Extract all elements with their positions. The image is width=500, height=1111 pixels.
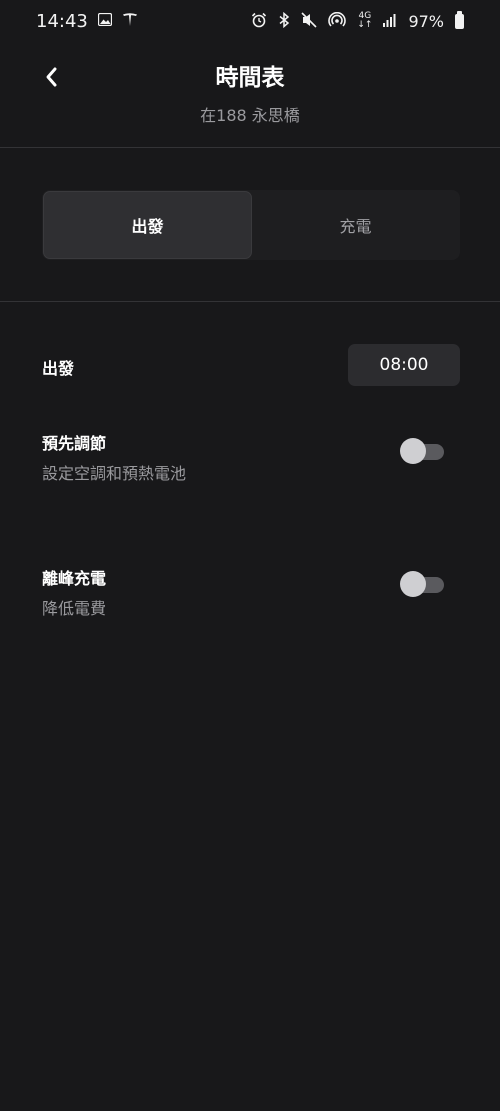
preconditioning-description: 設定空調和預熱電池 xyxy=(42,464,187,483)
tesla-logo-icon xyxy=(122,12,138,31)
status-time: 14:43 xyxy=(36,10,88,32)
tab-charging[interactable]: 充電 xyxy=(252,191,459,259)
gallery-icon xyxy=(97,12,113,29)
battery-icon xyxy=(455,10,464,29)
page-title: 時間表 xyxy=(215,65,285,91)
status-left: 14:43 xyxy=(36,11,138,32)
hotspot-icon xyxy=(328,11,347,31)
toggle-knob xyxy=(400,571,426,597)
tabs-divider xyxy=(0,301,500,302)
mute-icon xyxy=(301,11,317,31)
preconditioning-row: 預先調節 設定空調和預熱電池 xyxy=(42,430,460,484)
preconditioning-toggle[interactable] xyxy=(400,438,444,464)
alarm-icon xyxy=(251,12,267,31)
bluetooth-icon xyxy=(278,11,290,31)
mode-tabs: 出發 充電 xyxy=(42,190,460,260)
signal-icon xyxy=(383,13,397,30)
off-peak-description: 降低電費 xyxy=(42,599,107,618)
network-type-icon: 4G ↓↑ xyxy=(357,11,373,30)
preconditioning-label: 預先調節 xyxy=(42,434,107,453)
departure-time-button[interactable]: 08:00 xyxy=(348,344,460,386)
departure-row: 出發 08:00 xyxy=(42,344,460,386)
header: 時間表 在188 永思橋 xyxy=(0,50,500,150)
status-bar: 14:43 4G ↓↑ 97% xyxy=(0,0,500,42)
off-peak-toggle[interactable] xyxy=(400,571,444,597)
off-peak-label: 離峰充電 xyxy=(42,569,107,588)
page-subtitle: 在188 永思橋 xyxy=(200,106,300,125)
off-peak-row: 離峰充電 降低電費 xyxy=(42,565,460,619)
battery-percent: 97% xyxy=(408,11,444,31)
tab-departure[interactable]: 出發 xyxy=(43,191,252,259)
toggle-knob xyxy=(400,438,426,464)
header-divider xyxy=(0,147,500,148)
status-right: 4G ↓↑ 97% xyxy=(251,10,464,31)
